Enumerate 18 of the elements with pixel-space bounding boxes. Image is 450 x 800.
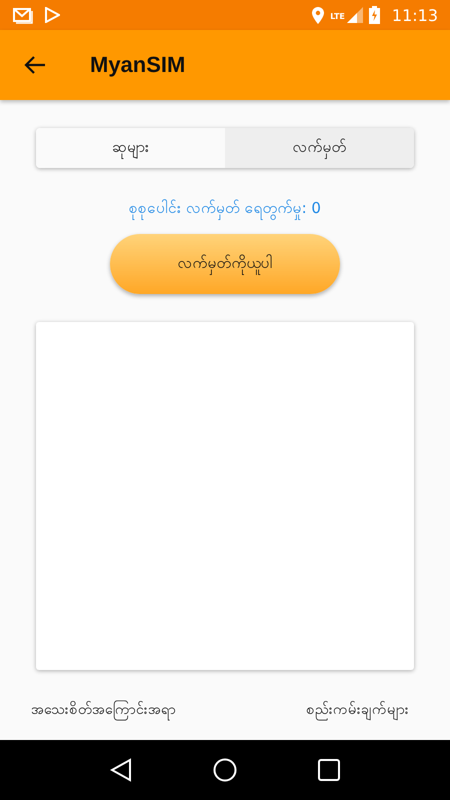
footer-link[interactable]: စည်းကမ်းချက်များ bbox=[306, 700, 409, 721]
signal-icon bbox=[346, 7, 363, 23]
play-store-icon bbox=[44, 7, 60, 23]
home-icon[interactable] bbox=[212, 758, 237, 782]
back-arrow-icon[interactable] bbox=[24, 56, 46, 74]
clock: 11:13 bbox=[392, 6, 438, 24]
app-title: MyanSIM bbox=[90, 52, 186, 78]
ticket-count-text: စုစုပေါင်း လက်မှတ် ရေတွက်မှု: 0 bbox=[129, 198, 321, 220]
tab[interactable]: လက်မှတ် bbox=[225, 128, 414, 168]
footer-link[interactable]: အသေးစိတ်အကြောင်းအရာ bbox=[31, 700, 176, 721]
network-label: LTE bbox=[330, 12, 345, 20]
get-ticket-button[interactable]: လက်မှတ်ကိုယူပါ bbox=[110, 234, 340, 294]
location-icon bbox=[312, 6, 324, 24]
back-icon[interactable] bbox=[110, 758, 132, 782]
tab[interactable]: ဆုများ bbox=[36, 128, 225, 168]
battery-charging-icon bbox=[368, 6, 380, 24]
recents-icon[interactable] bbox=[318, 759, 340, 781]
mail-icon bbox=[12, 6, 34, 24]
